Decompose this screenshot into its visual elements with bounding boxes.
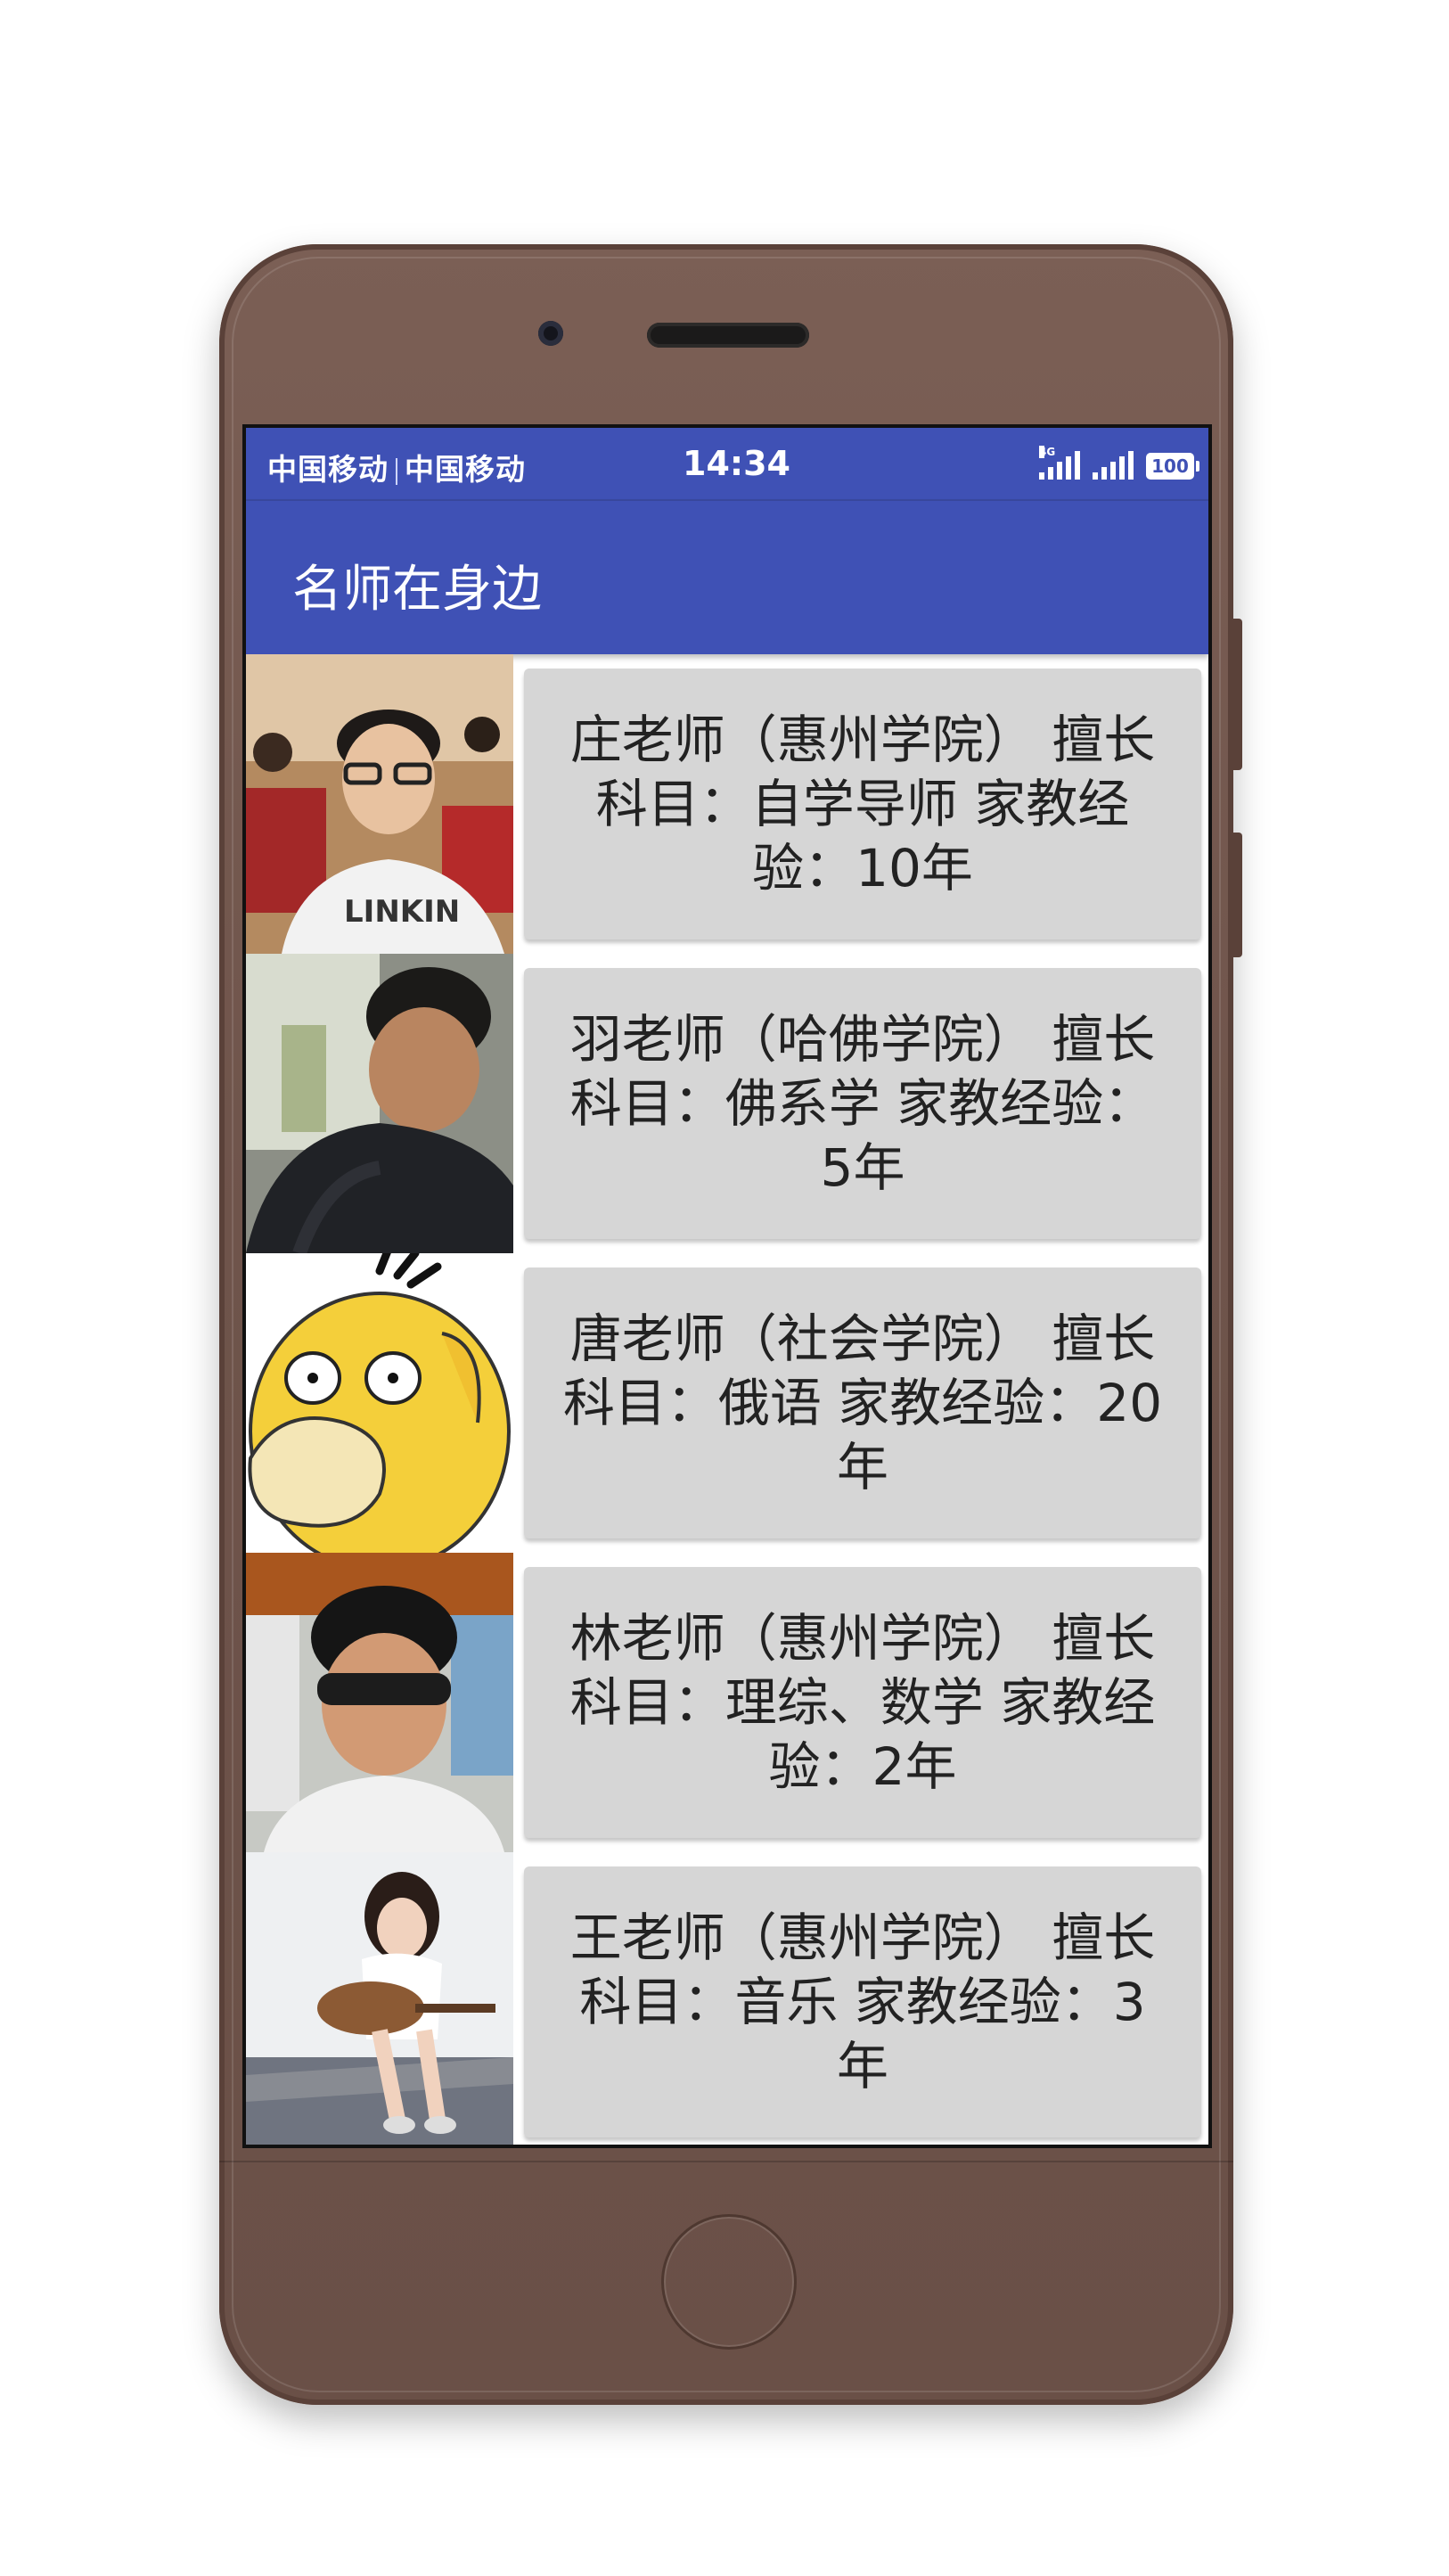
svg-text:LINKIN: LINKIN [344, 894, 460, 930]
carrier-labels: 中国移动 中国移动 [267, 446, 526, 488]
status-time: 14:34 [683, 444, 790, 483]
list-item[interactable]: LINKIN 庄老师（惠州学院） 擅长科目：自学导师 家教经验：10年 [246, 654, 1208, 954]
home-button[interactable] [661, 2214, 797, 2350]
carrier-separator [396, 457, 397, 485]
phone-screen: 中国移动 中国移动 14:34 4G 100 名师在身边 LINKIN 庄老师（… [242, 424, 1212, 2148]
avatar-image-5 [246, 1852, 513, 2145]
list-item[interactable]: 林老师（惠州学院） 擅长科目：理综、数学 家教经验：2年 [246, 1553, 1208, 1852]
teacher-list[interactable]: LINKIN 庄老师（惠州学院） 擅长科目：自学导师 家教经验：10年 羽老师（… [246, 654, 1208, 2145]
avatar-image-2 [246, 954, 513, 1253]
carrier-2: 中国移动 [405, 452, 526, 487]
network-type: 4G [1039, 446, 1056, 458]
status-icons: 4G 100 [1039, 444, 1199, 480]
teacher-description: 唐老师（社会学院） 擅长科目：俄语 家教经验：20年 [562, 1309, 1163, 1497]
avatar-image-1: LINKIN [246, 654, 513, 954]
signal-icon [1093, 447, 1134, 480]
battery-icon: 100 [1146, 453, 1199, 480]
teacher-card[interactable]: 羽老师（哈佛学院） 擅长科目：佛系学 家教经验：5年 [524, 968, 1201, 1239]
app-bar: 名师在身边 [246, 501, 1208, 654]
status-bar: 中国移动 中国移动 14:34 4G 100 [246, 428, 1208, 501]
teacher-avatar-photo[interactable] [246, 1553, 513, 1852]
signal-4g-icon: 4G [1039, 446, 1080, 480]
teacher-description: 王老师（惠州学院） 擅长科目：音乐 家教经验：3年 [569, 1907, 1156, 2096]
power-button [1233, 833, 1242, 957]
front-camera-icon [538, 321, 563, 346]
teacher-avatar-photo[interactable]: LINKIN [246, 654, 513, 954]
carrier-1: 中国移动 [267, 452, 389, 487]
battery-level: 100 [1151, 455, 1189, 477]
teacher-description: 林老师（惠州学院） 擅长科目：理综、数学 家教经验：2年 [569, 1608, 1156, 1797]
avatar-image-3 [246, 1253, 513, 1553]
teacher-card[interactable]: 庄老师（惠州学院） 擅长科目：自学导师 家教经验：10年 [524, 669, 1201, 939]
teacher-description: 羽老师（哈佛学院） 擅长科目：佛系学 家教经验：5年 [569, 1009, 1156, 1198]
earpiece-speaker [647, 323, 809, 348]
teacher-avatar-photo[interactable] [246, 954, 513, 1253]
teacher-avatar-cartoon[interactable] [246, 1253, 513, 1553]
teacher-card[interactable]: 王老师（惠州学院） 擅长科目：音乐 家教经验：3年 [524, 1866, 1201, 2137]
list-item[interactable]: 唐老师（社会学院） 擅长科目：俄语 家教经验：20年 [246, 1253, 1208, 1553]
list-item[interactable]: 王老师（惠州学院） 擅长科目：音乐 家教经验：3年 [246, 1852, 1208, 2145]
avatar-image-4 [246, 1553, 513, 1852]
chin-divider [219, 2161, 1233, 2162]
teacher-avatar-photo[interactable] [246, 1852, 513, 2145]
teacher-card[interactable]: 唐老师（社会学院） 擅长科目：俄语 家教经验：20年 [524, 1267, 1201, 1538]
teacher-description: 庄老师（惠州学院） 擅长科目：自学导师 家教经验：10年 [569, 710, 1156, 898]
list-item[interactable]: 羽老师（哈佛学院） 擅长科目：佛系学 家教经验：5年 [246, 954, 1208, 1253]
app-title: 名师在身边 [292, 561, 542, 619]
volume-button [1233, 619, 1242, 770]
teacher-card[interactable]: 林老师（惠州学院） 擅长科目：理综、数学 家教经验：2年 [524, 1567, 1201, 1838]
